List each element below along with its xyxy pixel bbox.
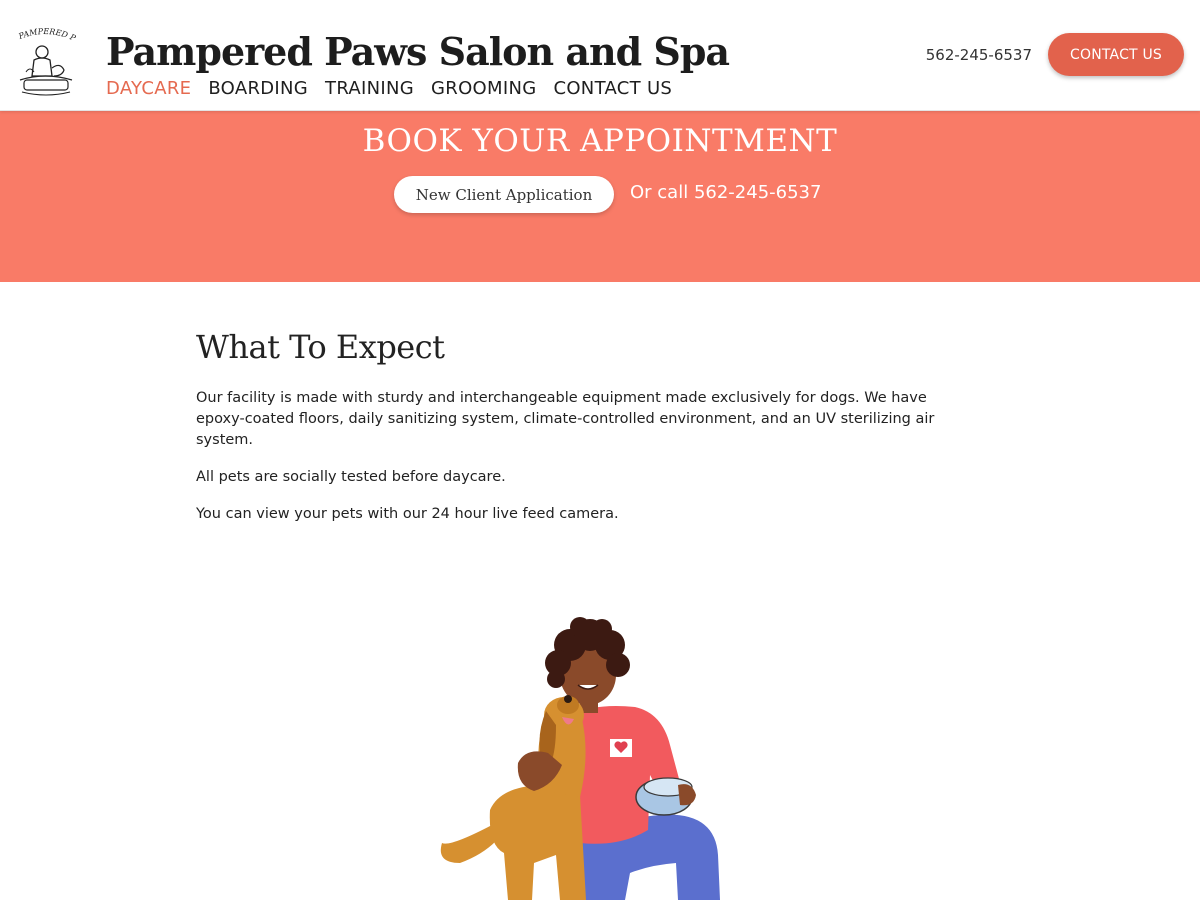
paragraph-live-feed: You can view your pets with our 24 hour … bbox=[196, 506, 619, 522]
main-nav: DAYCARE BOARDING TRAINING GROOMING CONTA… bbox=[106, 78, 672, 99]
section-title: What To Expect bbox=[196, 328, 445, 366]
svg-text:PAMPERED PAWS: PAMPERED PAWS bbox=[14, 28, 76, 43]
nav-item-contact-us[interactable]: CONTACT US bbox=[553, 78, 672, 99]
nav-item-daycare[interactable]: DAYCARE bbox=[106, 78, 191, 99]
contact-us-button[interactable]: CONTACT US bbox=[1048, 33, 1184, 76]
logo-text: PAMPERED PAWS bbox=[10, 21, 78, 43]
booking-banner: BOOK YOUR APPOINTMENT New Client Applica… bbox=[0, 111, 1200, 282]
nav-item-grooming[interactable]: GROOMING bbox=[431, 78, 536, 99]
paragraph-facility: Our facility is made with sturdy and int… bbox=[196, 390, 935, 448]
paragraph-social-testing: All pets are socially tested before dayc… bbox=[196, 469, 506, 485]
person-with-dog-illustration bbox=[430, 615, 750, 900]
new-client-application-button[interactable]: New Client Application bbox=[394, 176, 614, 213]
banner-title: BOOK YOUR APPOINTMENT bbox=[362, 123, 838, 159]
site-header: PAMPERED PAWS Pampered Paws Salon and Sp… bbox=[0, 0, 1200, 111]
header-phone-link[interactable]: 562-245-6537 bbox=[926, 46, 1032, 64]
salon-logo-icon[interactable]: PAMPERED PAWS bbox=[10, 21, 78, 98]
banner-call-link[interactable]: Or call 562-245-6537 bbox=[630, 182, 821, 203]
nav-item-training[interactable]: TRAINING bbox=[325, 78, 414, 99]
site-title[interactable]: Pampered Paws Salon and Spa bbox=[106, 29, 730, 74]
main-content: What To Expect Our facility is made with… bbox=[196, 328, 986, 541]
nav-item-boarding[interactable]: BOARDING bbox=[208, 78, 308, 99]
